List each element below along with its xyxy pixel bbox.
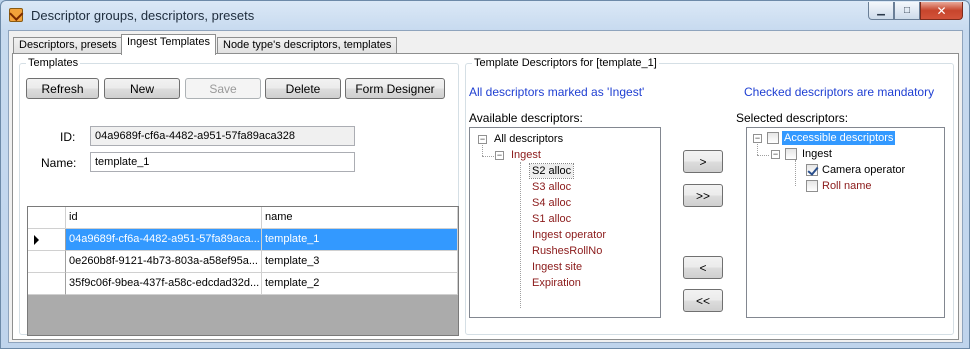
tree-connector [482,156,494,157]
tree-connector [482,145,483,156]
cell-id[interactable]: 35f9c06f-9bea-437f-a58c-edcdad32d... [66,273,262,295]
name-label: Name: [41,156,77,170]
minimize-button[interactable]: ▁ [868,2,894,20]
tree-node-accessible-descriptors[interactable]: Accessible descriptors [782,131,896,145]
close-icon: ✕ [936,3,947,18]
add-descriptor-button[interactable]: > [683,150,723,173]
refresh-button[interactable]: Refresh [26,78,99,99]
tab-node-type-descriptors[interactable]: Node type's descriptors, templates [217,37,398,54]
cell-name[interactable]: template_2 [262,273,458,295]
tree-checkbox[interactable] [806,180,818,192]
tree-node-descriptor[interactable]: Ingest site [532,260,582,274]
grid-corner-cell [28,207,66,229]
row-header[interactable] [28,251,66,273]
window-title: Descriptor groups, descriptors, presets [31,8,255,23]
tree-node-descriptor[interactable]: Roll name [822,179,872,193]
template-descriptors-group-title: Template Descriptors for [template_1] [474,57,657,69]
id-label: ID: [60,130,76,144]
collapse-icon[interactable]: − [771,150,780,159]
tab-ingest-templates[interactable]: Ingest Templates [121,34,216,55]
column-header-name[interactable]: name [262,207,458,229]
client-area: Descriptors, presets Ingest Templates No… [8,30,963,343]
tree-node-all-descriptors[interactable]: All descriptors [494,132,563,146]
tree-node-ingest[interactable]: Ingest [511,148,541,162]
form-designer-button[interactable]: Form Designer [345,78,445,99]
tree-connector [757,144,758,155]
tree-node-descriptor[interactable]: S2 alloc [528,163,575,179]
app-icon [9,8,23,22]
row-header[interactable] [28,273,66,295]
ingest-templates-page: Templates Refresh New Save Delete Form D… [12,53,959,340]
id-field[interactable]: 04a9689f-cf6a-4482-a951-57fa89aca328 [90,126,355,146]
tree-node-ingest[interactable]: Ingest [802,147,832,161]
tree-node-descriptor[interactable]: Ingest operator [532,228,606,242]
maximize-button[interactable]: □ [894,2,920,20]
name-field[interactable]: template_1 [90,152,355,172]
tab-descriptors-presets[interactable]: Descriptors, presets [13,37,123,54]
ingest-note: All descriptors marked as 'Ingest' [469,85,645,99]
cell-name[interactable]: template_1 [262,229,458,251]
tree-checkbox[interactable] [785,148,797,160]
tree-node-descriptor[interactable]: Camera operator [822,163,905,177]
selected-descriptors-label: Selected descriptors: [736,111,849,125]
table-row[interactable]: 0e260b8f-9121-4b73-803a-a58ef95a... temp… [28,251,458,273]
selected-descriptors-tree[interactable]: − Accessible descriptors − Ingest Camera… [746,127,945,318]
tree-checkbox[interactable] [806,164,818,176]
column-header-id[interactable]: id [66,207,262,229]
tree-node-descriptor[interactable]: S3 alloc [532,180,571,194]
collapse-icon[interactable]: − [753,134,762,143]
cell-name[interactable]: template_3 [262,251,458,273]
tree-node-descriptor[interactable]: S1 alloc [532,212,571,226]
current-row-icon [34,235,39,245]
save-button[interactable]: Save [185,78,261,99]
collapse-icon[interactable]: − [495,151,504,160]
grid-header-row: id name [28,207,458,229]
tree-node-descriptor[interactable]: RushesRollNo [532,244,602,258]
main-window: Descriptor groups, descriptors, presets … [0,0,970,349]
table-row[interactable]: 04a9689f-cf6a-4482-a951-57fa89aca... tem… [28,229,458,251]
templates-group-title: Templates [28,57,79,69]
tree-connector [757,155,769,156]
cell-id[interactable]: 0e260b8f-9121-4b73-803a-a58ef95a... [66,251,262,273]
close-button[interactable]: ✕ [920,2,963,20]
mandatory-note: Checked descriptors are mandatory [744,85,935,99]
available-descriptors-tree[interactable]: − All descriptors − Ingest S2 alloc S3 a… [469,127,661,318]
cell-id[interactable]: 04a9689f-cf6a-4482-a951-57fa89aca... [66,229,262,251]
remove-descriptor-button[interactable]: < [683,256,723,279]
tree-node-descriptor[interactable]: S4 alloc [532,196,571,210]
tree-checkbox[interactable] [767,132,779,144]
new-button[interactable]: New [104,78,180,99]
collapse-icon[interactable]: − [478,135,487,144]
minimize-icon: ▁ [877,5,885,16]
add-all-descriptors-button[interactable]: >> [683,184,723,207]
remove-all-descriptors-button[interactable]: << [683,289,723,312]
title-bar[interactable]: Descriptor groups, descriptors, presets … [1,1,969,31]
tree-node-descriptor[interactable]: Expiration [532,276,581,290]
delete-button[interactable]: Delete [265,78,341,99]
tree-connector [520,162,521,308]
tree-connector [795,160,796,186]
available-descriptors-label: Available descriptors: [469,111,583,125]
table-row[interactable]: 35f9c06f-9bea-437f-a58c-edcdad32d... tem… [28,273,458,295]
maximize-icon: □ [903,5,911,16]
templates-grid: id name 04a9689f-cf6a-4482-a951-57fa89ac… [27,206,459,336]
row-header[interactable] [28,229,66,251]
